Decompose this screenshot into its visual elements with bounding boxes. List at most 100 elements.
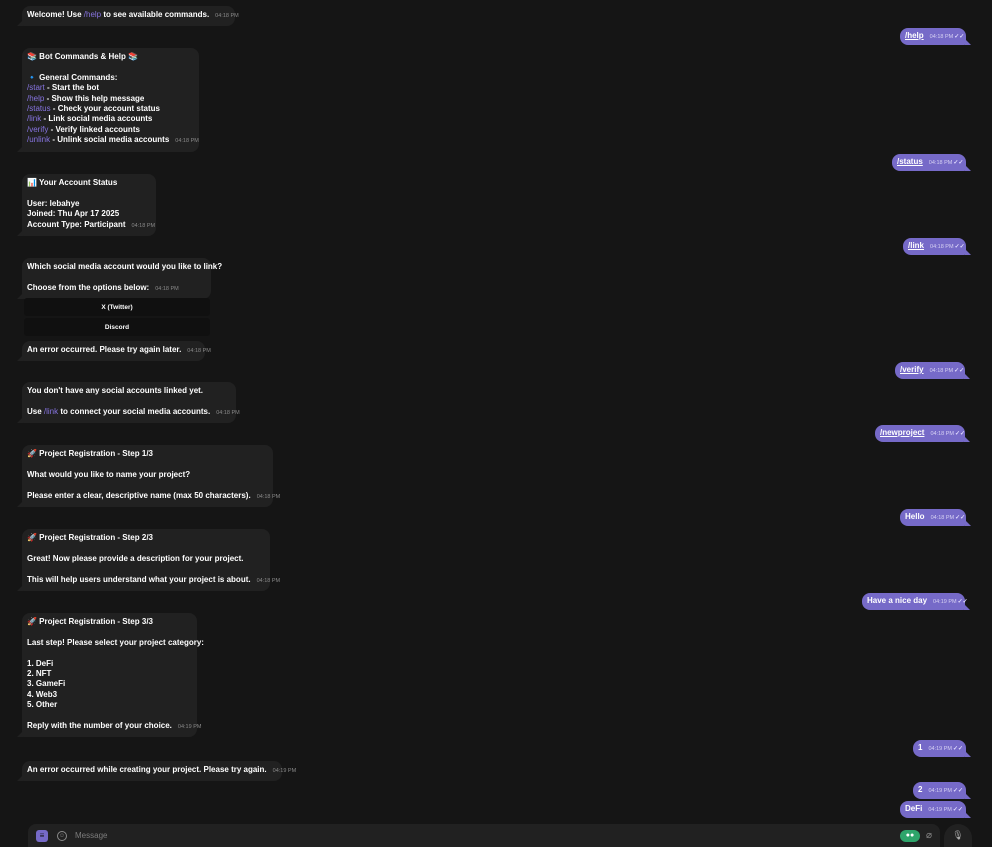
message-time: 04:18 PM [187, 348, 211, 354]
message-line: /link - Link social media accounts [27, 114, 193, 124]
message-text: An error occurred while creating your pr… [27, 765, 267, 774]
message-time: 04:18 PM [256, 577, 281, 584]
chat-area[interactable]: Welcome! Use /help to see available comm… [0, 0, 992, 820]
message-line: 4. Web3 [27, 690, 191, 700]
message-line [27, 648, 191, 658]
bubble-tail [965, 793, 971, 800]
message-line: An error occurred while creating your pr… [27, 765, 296, 776]
message-text: 🚀 Project Registration - Step 3/3 [27, 617, 153, 626]
outgoing-message: /link 04:18 PM✓✓ [903, 238, 971, 256]
bubble-tail [964, 604, 970, 611]
message-text: Hello [905, 512, 925, 521]
message-text: 5. Other [27, 700, 58, 710]
double-check-icon: ✓✓ [954, 244, 965, 250]
bubble-tail [965, 165, 971, 172]
double-check-icon: ✓✓ [953, 788, 964, 794]
message-time: 04:18 PM [131, 222, 156, 229]
message-time: 04:18 PM [216, 409, 240, 416]
message-line: 🚀 Project Registration - Step 2/3 [27, 533, 264, 543]
command-link[interactable]: /verify [27, 125, 48, 134]
message-time: 04:18 PM [930, 431, 954, 437]
incoming-message: 🚀 Project Registration - Step 2/3 Great! … [17, 529, 280, 591]
command-link[interactable]: /start [27, 83, 45, 92]
command-link[interactable]: /unlink [27, 135, 50, 144]
command-text[interactable]: /status [897, 157, 923, 166]
message-text: 2 [918, 785, 923, 794]
message-text: to see available commands. [101, 10, 210, 19]
message-line: Have a nice day 04:19 PM✓✓ [867, 596, 968, 607]
keyboard-button-x-twitter[interactable]: X (Twitter) [24, 298, 210, 316]
outgoing-message: /help 04:18 PM✓✓ [900, 28, 971, 46]
outgoing-message: 1 04:19 PM✓✓ [913, 740, 971, 758]
message-time: 04:18 PM [215, 13, 239, 19]
command-text[interactable]: /newproject [880, 428, 924, 437]
message-time: 04:19 PM [933, 599, 957, 605]
message-line: User: lebahye [27, 199, 150, 209]
command-text[interactable]: /link [908, 241, 924, 250]
bubble-tail [965, 39, 971, 46]
message-time: 04:19 PM [928, 788, 952, 794]
command-link[interactable]: /status [27, 104, 51, 113]
message-line: 🚀 Project Registration - Step 3/3 [27, 617, 191, 627]
message-line: /help - Show this help message [27, 94, 193, 104]
command-link[interactable]: /link [27, 114, 41, 123]
message-time: 04:19 PM [177, 724, 202, 731]
outgoing-message: Have a nice day 04:19 PM✓✓ [862, 593, 970, 611]
extension-icon[interactable]: ●● [899, 829, 920, 842]
microphone-icon[interactable]: 🎙 [944, 824, 972, 847]
message-text: 1 [918, 743, 923, 752]
message-text: 📊 Your Account Status [27, 178, 118, 187]
message-line: Reply with the number of your choice. 04:… [27, 721, 201, 732]
outgoing-message: DeFi 04:19 PM✓✓ [900, 801, 971, 819]
bot-menu-icon[interactable]: ≡ [36, 829, 48, 842]
message-time: 04:18 PM [930, 515, 955, 521]
outgoing-message: /status 04:18 PM✓✓ [892, 154, 971, 172]
message-line: /help 04:18 PM✓✓ [905, 31, 965, 42]
command-text[interactable]: /verify [900, 365, 924, 374]
command-text[interactable]: /help [905, 31, 924, 40]
incoming-message: 🚀 Project Registration - Step 3/3 Last st… [17, 613, 204, 738]
incoming-message: 📚 Bot Commands & Help 📚 🔹 General Command… [17, 48, 199, 152]
command-link[interactable]: /link [44, 407, 58, 416]
bubble-tail [17, 355, 23, 362]
message-time: 04:18 PM [930, 244, 954, 250]
outgoing-message: Hello 04:18 PM✓✓ [900, 509, 971, 527]
keyboard-button-discord[interactable]: Discord [24, 318, 210, 336]
message-line: Which social media account would you lik… [27, 262, 222, 272]
double-check-icon: ✓✓ [952, 807, 963, 813]
bubble-tail [17, 293, 23, 300]
message-input[interactable] [75, 831, 900, 840]
message-line: DeFi 04:19 PM✓✓ [905, 804, 963, 815]
message-line: 🚀 Project Registration - Step 1/3 [27, 449, 267, 459]
double-check-icon: ✓✓ [954, 34, 965, 40]
message-line: /verify - Verify linked accounts [27, 125, 193, 135]
message-text: DeFi [905, 804, 923, 813]
message-text: Welcome! Use [27, 10, 84, 19]
message-text: 🚀 Project Registration - Step 2/3 [27, 533, 153, 542]
bubble-tail [964, 436, 970, 443]
message-text: This will help users understand what you… [27, 574, 251, 584]
message-line [27, 62, 193, 72]
message-text: User: lebahye [27, 198, 80, 208]
message-line: 5. Other [27, 700, 191, 710]
message-text: - Link social media accounts [41, 114, 153, 124]
message-line [27, 459, 267, 469]
message-text: - Check your account status [50, 104, 160, 114]
message-text: 4. Web3 [27, 689, 58, 699]
bubble-tail [17, 775, 23, 782]
message-line [27, 564, 264, 574]
command-link[interactable]: /help [27, 94, 44, 103]
paperclip-icon[interactable]: ⌀ [926, 830, 932, 841]
message-line: /status 04:18 PM✓✓ [897, 157, 963, 168]
emoji-icon[interactable]: ☺ [57, 830, 67, 841]
bubble-tail [965, 812, 971, 819]
message-line: /verify 04:18 PM✓✓ [900, 365, 964, 376]
incoming-message: Welcome! Use /help to see available comm… [17, 6, 239, 27]
bubble-tail [965, 751, 971, 758]
message-text: 🚀 Project Registration - Step 1/3 [27, 449, 153, 458]
message-text: 3. GameFi [27, 679, 66, 689]
command-link[interactable]: /help [84, 10, 101, 19]
incoming-message: An error occurred. Please try again late… [17, 341, 211, 362]
double-check-icon: ✓✓ [954, 368, 965, 374]
message-line: Last step! Please select your project ca… [27, 638, 204, 648]
